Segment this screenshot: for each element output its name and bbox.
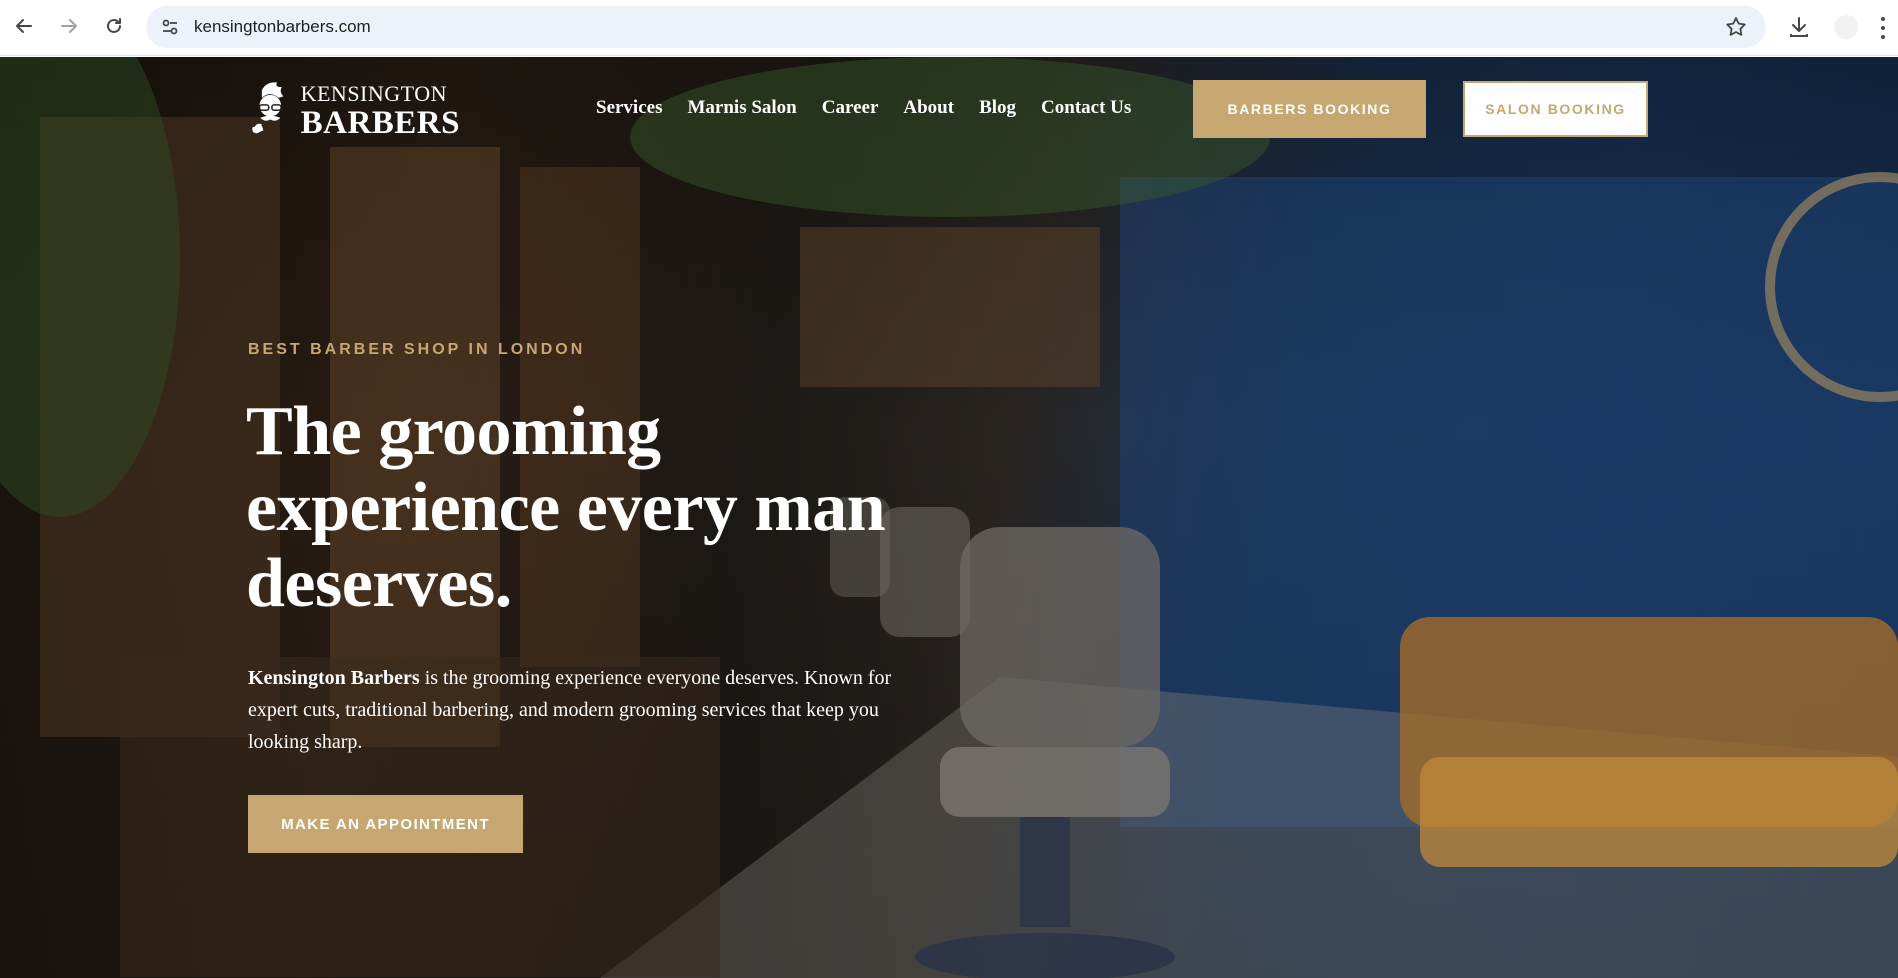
reload-icon[interactable] — [100, 12, 128, 40]
hero-headline: The grooming experience every man deserv… — [246, 393, 886, 622]
main-navigation: Services Marnis Salon Career About Blog … — [596, 97, 1156, 119]
hero-eyebrow: BEST BARBER SHOP IN LONDON — [248, 341, 586, 358]
nav-link-blog[interactable]: Blog — [979, 97, 1016, 119]
hero-description: Kensington Barbers is the grooming exper… — [248, 662, 908, 758]
bearded-man-logo-icon — [252, 82, 284, 134]
back-arrow-icon[interactable] — [10, 12, 38, 40]
logo-wordmark: KENSINGTON BARBERS — [300, 80, 460, 141]
download-icon[interactable] — [1786, 14, 1812, 40]
nav-link-contact-us[interactable]: Contact Us — [1041, 97, 1131, 119]
nav-link-career[interactable]: Career — [822, 97, 879, 119]
url-text[interactable]: kensingtonbarbers.com — [194, 17, 371, 37]
nav-link-services[interactable]: Services — [596, 97, 662, 119]
site-settings-icon[interactable] — [160, 17, 180, 37]
site-logo[interactable]: KENSINGTON BARBERS — [248, 70, 460, 152]
address-bar[interactable]: kensingtonbarbers.com — [146, 6, 1766, 48]
hero-description-brand: Kensington Barbers — [248, 667, 420, 689]
make-appointment-button[interactable]: MAKE AN APPOINTMENT — [248, 795, 523, 853]
barbers-booking-button[interactable]: BARBERS BOOKING — [1193, 80, 1426, 138]
profile-avatar[interactable] — [1834, 15, 1858, 39]
nav-link-about[interactable]: About — [903, 97, 954, 119]
logo-line-kensington: KENSINGTON — [300, 80, 447, 106]
nav-link-marnis-salon[interactable]: Marnis Salon — [687, 97, 796, 119]
logo-line-barbers: BARBERS — [300, 104, 460, 141]
more-menu-icon[interactable] — [1878, 15, 1888, 41]
bookmark-star-icon[interactable] — [1724, 15, 1748, 39]
forward-arrow-icon[interactable] — [55, 12, 83, 40]
salon-booking-button[interactable]: SALON BOOKING — [1463, 81, 1648, 137]
browser-toolbar: kensingtonbarbers.com — [0, 0, 1898, 56]
hero-section: KENSINGTON BARBERS Services Marnis Salon… — [0, 57, 1898, 978]
